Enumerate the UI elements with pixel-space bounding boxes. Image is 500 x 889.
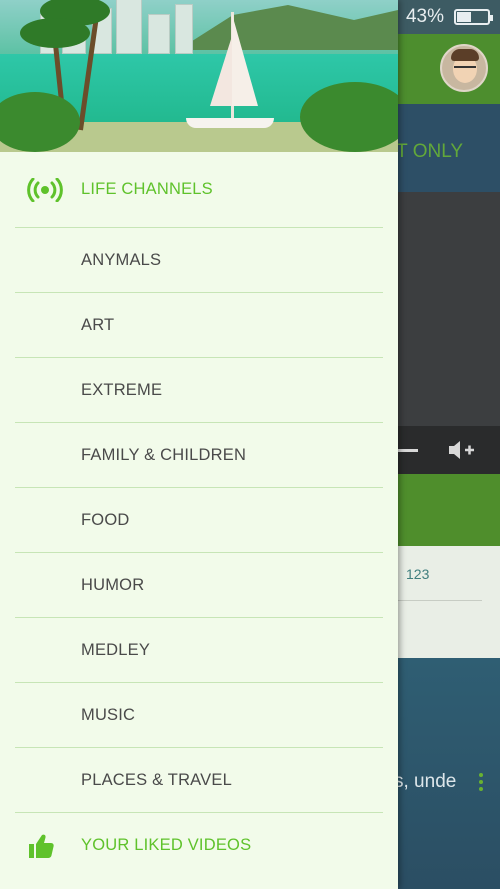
menu-label: ART — [81, 315, 115, 334]
battery-level-fill — [457, 12, 471, 22]
more-vertical-icon[interactable] — [479, 773, 485, 794]
menu-item-life-channels[interactable]: LIFE CHANNELS — [15, 152, 383, 228]
tab-adult-only[interactable]: LT ONLY — [387, 141, 463, 163]
hero-sail — [210, 36, 232, 106]
avatar[interactable] — [440, 44, 488, 92]
hero-building — [175, 4, 193, 54]
description-text: s, unde — [394, 771, 457, 792]
thumbs-up-icon — [29, 834, 54, 858]
menu-item-family-children[interactable]: FAMILY & CHILDREN — [15, 423, 383, 488]
menu-label: FOOD — [81, 510, 130, 529]
menu-label: MUSIC — [81, 705, 136, 724]
avatar-glasses — [454, 66, 476, 72]
video-progress-bar[interactable] — [396, 449, 418, 452]
menu-label: FAMILY & CHILDREN — [81, 445, 247, 464]
menu-item-anymals[interactable]: ANYMALS — [15, 228, 383, 293]
broadcast-icon — [27, 177, 63, 202]
menu-label: ANYMALS — [81, 250, 162, 269]
menu-item-extreme[interactable]: EXTREME — [15, 358, 383, 423]
menu-label: LIFE CHANNELS — [81, 180, 213, 198]
drawer-menu: LIFE CHANNELS ANYMALS ART EXTREME FAMILY… — [0, 152, 398, 878]
info-divider — [398, 600, 482, 601]
menu-item-humor[interactable]: HUMOR — [15, 553, 383, 618]
view-count: 123 — [406, 566, 430, 582]
navigation-drawer: LIFE CHANNELS ANYMALS ART EXTREME FAMILY… — [0, 0, 398, 889]
menu-item-music[interactable]: MUSIC — [15, 683, 383, 748]
hero-sail — [232, 14, 258, 106]
menu-item-liked-videos[interactable]: YOUR LIKED VIDEOS — [15, 813, 383, 878]
menu-item-medley[interactable]: MEDLEY — [15, 618, 383, 683]
hero-building — [148, 14, 170, 54]
hero-palm-leaves — [20, 18, 90, 48]
menu-item-food[interactable]: FOOD — [15, 488, 383, 553]
menu-label: YOUR LIKED VIDEOS — [81, 836, 252, 854]
menu-label: EXTREME — [81, 380, 163, 399]
hero-catamaran — [186, 118, 274, 128]
battery-percentage: 43% — [405, 6, 444, 27]
avatar-hair — [451, 49, 479, 61]
menu-item-places-travel[interactable]: PLACES & TRAVEL — [15, 748, 383, 813]
app-root: 43% LT ONLY 123 s, unde LIFE CHANNELS AN… — [0, 0, 500, 889]
drawer-header-image — [0, 0, 398, 152]
volume-up-icon[interactable] — [447, 439, 477, 467]
menu-label: MEDLEY — [81, 640, 151, 659]
battery-icon — [454, 9, 493, 25]
menu-item-art[interactable]: ART — [15, 293, 383, 358]
menu-label: HUMOR — [81, 575, 145, 594]
hero-building — [116, 0, 142, 54]
volume-up-icon-graphic — [449, 441, 474, 459]
menu-label: PLACES & TRAVEL — [81, 770, 232, 789]
